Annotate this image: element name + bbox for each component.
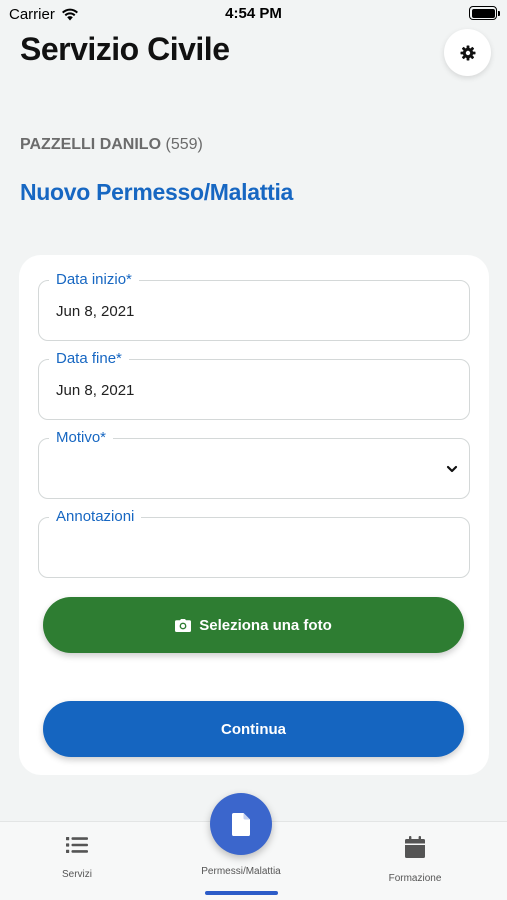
settings-button[interactable]	[444, 29, 491, 76]
user-id: (559)	[165, 136, 203, 153]
app-title: Servizio Civile	[20, 31, 230, 67]
end-date-label: Data fine*	[49, 350, 129, 368]
clock: 4:54 PM	[225, 5, 282, 22]
end-date-field[interactable]: Data fine* Jun 8, 2021	[38, 350, 470, 420]
status-bar: Carrier 4:54 PM	[0, 0, 507, 28]
gear-icon	[460, 45, 475, 60]
start-date-value: Jun 8, 2021	[56, 303, 135, 320]
tab-formazione[interactable]: Formazione	[340, 836, 490, 884]
active-tab-indicator	[205, 891, 278, 895]
tab-permessi-label: Permessi/Malattia	[201, 866, 281, 877]
reason-select[interactable]: Motivo*	[38, 429, 470, 499]
permessi-fab-button[interactable]	[210, 793, 272, 855]
document-icon	[232, 812, 250, 836]
list-icon	[66, 837, 88, 853]
notes-label: Annotazioni	[49, 508, 142, 526]
leave-form: Data inizio* Jun 8, 2021 Data fine* Jun …	[19, 255, 489, 775]
continue-label: Continua	[221, 720, 286, 738]
tab-servizi-label: Servizi	[61, 869, 92, 880]
user-info: PAZZELLI DANILO (559)	[20, 136, 203, 154]
start-date-field[interactable]: Data inizio* Jun 8, 2021	[38, 271, 470, 341]
tab-formazione-label: Formazione	[388, 873, 442, 884]
notes-field[interactable]: Annotazioni	[38, 508, 470, 578]
select-photo-label: Seleziona una foto	[199, 616, 332, 634]
page-heading: Nuovo Permesso/Malattia	[20, 179, 294, 205]
user-name: PAZZELLI DANILO	[20, 136, 162, 153]
chevron-down-icon	[446, 465, 458, 473]
camera-icon	[175, 618, 192, 632]
tab-permessi-malattia[interactable]: Permessi/Malattia	[166, 866, 316, 877]
select-photo-button[interactable]: Seleziona una foto	[43, 597, 464, 653]
end-date-value: Jun 8, 2021	[56, 382, 135, 399]
continue-button[interactable]: Continua	[43, 701, 464, 757]
reason-label: Motivo*	[49, 429, 114, 447]
battery-icon	[469, 6, 500, 20]
start-date-label: Data inizio*	[49, 271, 139, 289]
tab-servizi[interactable]: Servizi	[2, 836, 152, 880]
calendar-icon	[405, 836, 425, 858]
